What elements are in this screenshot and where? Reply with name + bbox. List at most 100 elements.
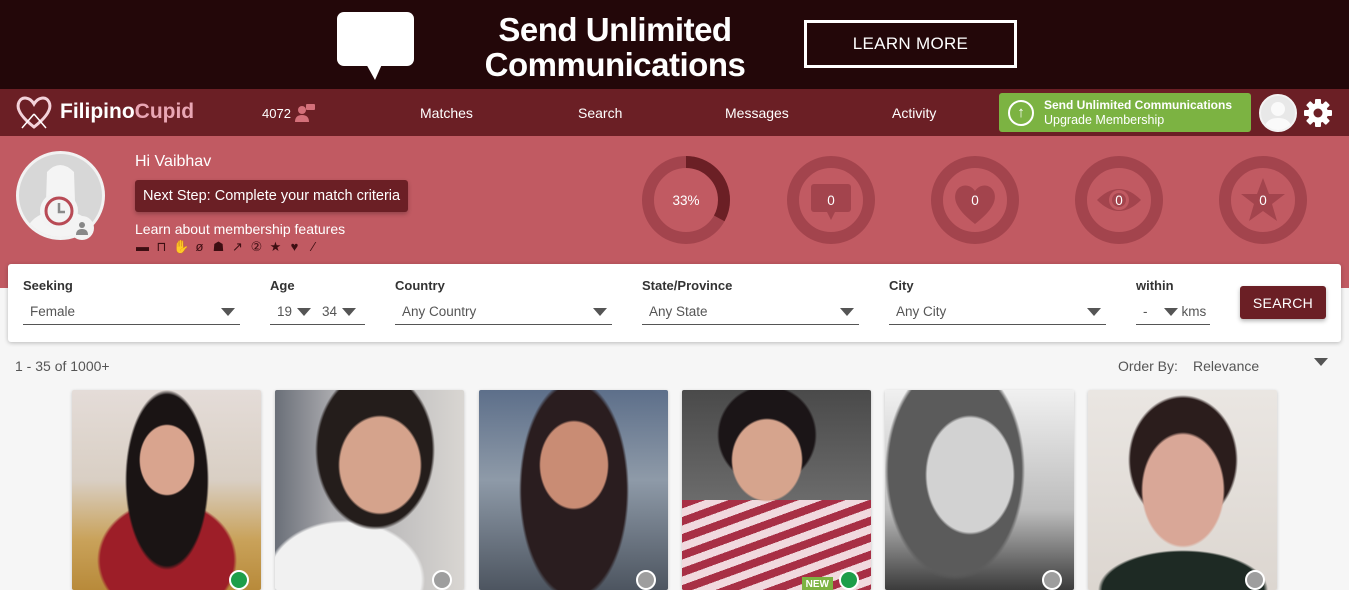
magic-wand-icon: ⁄ (312, 239, 315, 254)
profile-photo[interactable] (72, 390, 261, 590)
ad-banner[interactable]: Send Unlimited Communications LEARN MORE (0, 0, 1349, 89)
age-max-value[interactable]: 34 (322, 304, 337, 319)
nav-search[interactable]: Search (578, 105, 622, 121)
order-by-label: Order By: (1118, 358, 1178, 374)
interests-value: 0 (971, 192, 979, 208)
user-plus-icon: ☗ (212, 239, 225, 254)
interests-ring[interactable]: 0 (929, 154, 1021, 246)
city-field[interactable]: City Any City (889, 278, 1106, 325)
membership-features-link[interactable]: Learn about membership features (135, 221, 345, 237)
state-select[interactable]: Any State (642, 299, 859, 325)
caret-down-icon (593, 307, 607, 316)
upgrade-subtitle: Upgrade Membership (1044, 112, 1165, 127)
online-count-value: 4072 (262, 105, 291, 121)
favorites-value: 0 (1259, 192, 1267, 208)
profile-photo[interactable] (275, 390, 464, 590)
online-status-indicator (229, 570, 249, 590)
caret-down-icon (1087, 307, 1101, 316)
chat-bubble-icon (337, 12, 414, 66)
upgrade-title: Send Unlimited Communications (1044, 97, 1233, 112)
hearts-icon: ♥ (290, 239, 299, 254)
learn-more-button[interactable]: LEARN MORE (804, 20, 1017, 68)
distance-field[interactable]: within - kms (1136, 278, 1210, 325)
ad-headline: Send Unlimited Communications (470, 12, 760, 82)
search-button[interactable]: SEARCH (1240, 286, 1326, 319)
online-status-indicator (1042, 570, 1062, 590)
caret-down-icon (297, 307, 312, 316)
top-nav: FilipinoCupid 4072 Matches Search Messag… (0, 89, 1349, 136)
order-by-select[interactable]: Relevance (1193, 358, 1259, 374)
caret-down-icon (342, 307, 357, 316)
profile-card[interactable] (72, 390, 261, 590)
online-status-indicator (839, 570, 859, 590)
views-value: 0 (1115, 192, 1123, 208)
new-badge: NEW (801, 577, 833, 590)
message-icon: ▬ (136, 239, 149, 254)
star-icon: ★ (269, 239, 282, 254)
heart-logo-icon (16, 96, 52, 129)
seeking-select[interactable]: Female (23, 299, 240, 325)
profile-completion-ring[interactable]: 33% (640, 154, 732, 246)
profile-card[interactable] (885, 390, 1074, 590)
search-panel: Seeking Female Age 19 34 Country Any Cou… (8, 264, 1341, 342)
profile-photo[interactable] (682, 390, 871, 590)
profile-card[interactable] (275, 390, 464, 590)
nav-activity[interactable]: Activity (892, 105, 936, 121)
eye-slash-icon: ø (195, 239, 204, 254)
age-min-value[interactable]: 19 (277, 304, 292, 319)
greeting: Hi Vaibhav (135, 153, 212, 170)
country-select[interactable]: Any Country (395, 299, 612, 325)
seeking-label: Seeking (23, 278, 73, 293)
messages-ring[interactable]: 0 (785, 154, 877, 246)
user-avatar[interactable] (1259, 94, 1297, 132)
upload-photo-badge[interactable] (70, 216, 94, 240)
x2-icon: ② (250, 239, 263, 254)
ad-headline-line1: Send Unlimited (498, 11, 732, 48)
feature-icons[interactable]: ▬ ⊓ ✋ ø ☗ ↗ ② ★ ♥ ⁄ (135, 239, 321, 255)
profile-photo[interactable] (885, 390, 1074, 590)
age-label: Age (270, 278, 295, 293)
caret-down-icon (840, 307, 854, 316)
age-selects[interactable]: 19 34 (270, 299, 365, 325)
distance-value: - (1143, 304, 1148, 319)
online-count[interactable]: 4072 (262, 103, 316, 123)
distance-select[interactable]: - kms (1136, 299, 1210, 325)
next-step-button[interactable]: Next Step: Complete your match criteria (135, 180, 409, 212)
age-field[interactable]: Age 19 34 (270, 278, 365, 325)
online-status-indicator (1245, 570, 1265, 590)
country-label: Country (395, 278, 445, 293)
messages-value: 0 (827, 192, 835, 208)
profile-card[interactable]: NEW (682, 390, 871, 590)
user-icon (76, 222, 88, 235)
caret-down-icon[interactable] (1314, 358, 1328, 366)
city-value: Any City (896, 304, 947, 319)
views-ring[interactable]: 0 (1073, 154, 1165, 246)
favorites-ring[interactable]: 0 (1217, 154, 1309, 246)
user-silhouette-icon (1264, 102, 1292, 130)
city-select[interactable]: Any City (889, 299, 1106, 325)
profile-card[interactable] (479, 390, 668, 590)
logo[interactable]: FilipinoCupid (14, 94, 194, 130)
state-field[interactable]: State/Province Any State (642, 278, 859, 325)
profile-card[interactable] (1088, 390, 1277, 590)
online-status-indicator (432, 570, 452, 590)
upgrade-button[interactable]: ↑ Send Unlimited Communications Upgrade … (999, 93, 1251, 132)
profile-photo[interactable] (1088, 390, 1277, 590)
hand-icon: ✋ (173, 239, 190, 254)
trend-icon: ↗ (232, 239, 243, 254)
country-field[interactable]: Country Any Country (395, 278, 612, 325)
results-count: 1 - 35 of 1000+ (15, 358, 110, 374)
state-value: Any State (649, 304, 708, 319)
settings-gear-icon[interactable] (1302, 97, 1334, 129)
seeking-field[interactable]: Seeking Female (23, 278, 240, 325)
state-label: State/Province (642, 278, 733, 293)
chat-bubble-tail (365, 62, 383, 80)
caret-down-icon (1163, 307, 1178, 316)
seeking-value: Female (30, 304, 76, 319)
unlock-icon: ⊓ (156, 239, 167, 254)
nav-matches[interactable]: Matches (420, 105, 473, 121)
profile-photo[interactable] (479, 390, 668, 590)
online-status-indicator (636, 570, 656, 590)
distance-unit: kms (1181, 304, 1207, 319)
nav-messages[interactable]: Messages (725, 105, 789, 121)
